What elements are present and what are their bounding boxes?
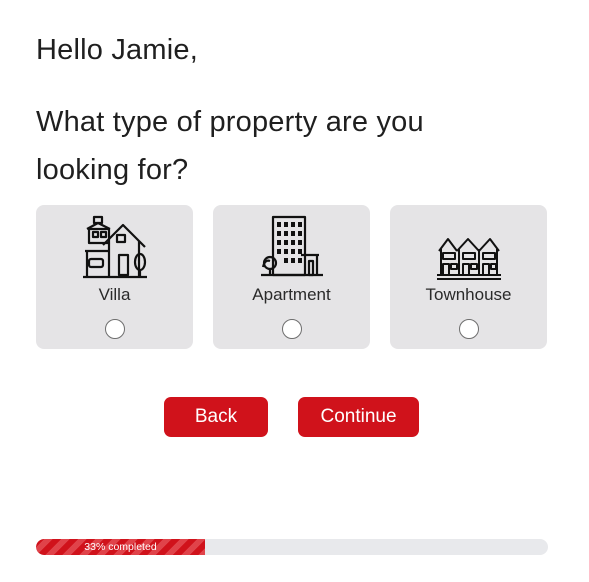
progress-fill: 33% completed xyxy=(36,539,205,555)
question-heading: What type of property are you looking fo… xyxy=(36,106,424,186)
continue-button[interactable]: Continue xyxy=(298,397,419,437)
apartment-icon xyxy=(257,213,327,281)
villa-icon xyxy=(80,213,150,281)
villa-radio[interactable] xyxy=(104,319,125,339)
apartment-radio[interactable] xyxy=(281,319,302,339)
property-options: Villa Apartment Townhouse xyxy=(36,205,547,349)
option-townhouse[interactable]: Townhouse xyxy=(390,205,547,349)
option-label-townhouse: Townhouse xyxy=(425,285,512,304)
progress-label: 33% completed xyxy=(84,541,157,553)
back-button[interactable]: Back xyxy=(164,397,268,437)
option-apartment[interactable]: Apartment xyxy=(213,205,370,349)
greeting-heading: Hello Jamie, xyxy=(36,34,198,66)
option-villa[interactable]: Villa xyxy=(36,205,193,349)
option-label-apartment: Apartment xyxy=(252,285,331,304)
townhouse-radio[interactable] xyxy=(458,319,479,339)
progress-bar: 33% completed xyxy=(36,539,548,555)
option-label-villa: Villa xyxy=(98,285,131,304)
townhouse-icon xyxy=(434,213,504,281)
